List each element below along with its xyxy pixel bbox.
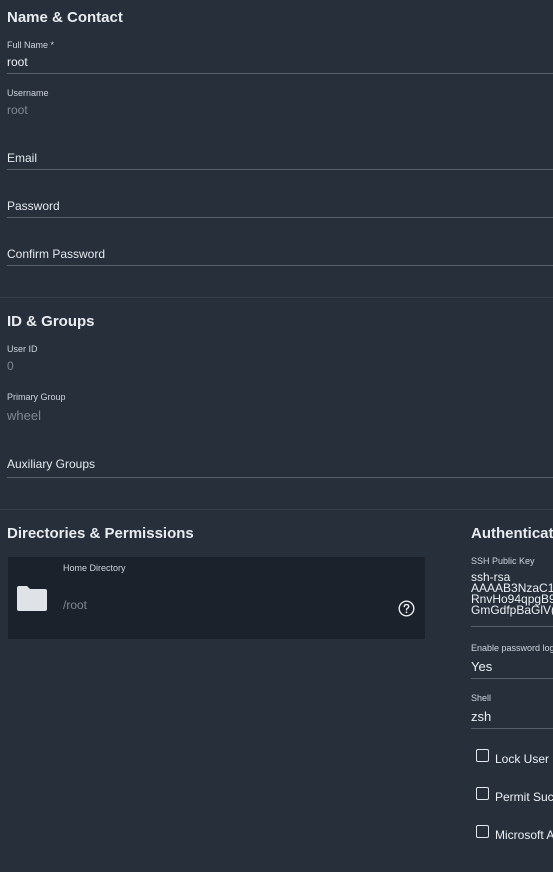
ssh-key-underline <box>471 626 553 627</box>
auxiliary-groups-underline <box>7 477 553 478</box>
section-divider <box>0 509 553 510</box>
permit-sudo-label: Permit Suc <box>495 790 553 804</box>
primary-group-label: Primary Group <box>7 392 66 402</box>
section-divider <box>0 297 553 298</box>
section-title-id-groups: ID & Groups <box>7 313 95 330</box>
permit-sudo-checkbox[interactable] <box>476 787 489 800</box>
lock-user-label: Lock User <box>495 752 550 766</box>
enable-password-login-label: Enable password log <box>471 643 553 653</box>
ssh-public-key-label: SSH Public Key <box>471 556 535 566</box>
password-field[interactable]: Password <box>7 199 60 213</box>
password-underline <box>7 217 553 218</box>
lock-user-checkbox[interactable] <box>476 749 489 762</box>
shell-label: Shell <box>471 693 492 703</box>
section-title-name-contact: Name & Contact <box>7 9 123 26</box>
shell-select[interactable]: zsh <box>471 709 491 724</box>
user-id-label: User ID <box>7 344 38 354</box>
confirm-password-field[interactable]: Confirm Password <box>7 247 105 261</box>
auxiliary-groups-field[interactable]: Auxiliary Groups <box>7 457 95 471</box>
microsoft-account-label: Microsoft A <box>495 828 553 842</box>
folder-icon <box>16 584 48 612</box>
full-name-label: Full Name * <box>7 40 55 50</box>
enable-password-login-select[interactable]: Yes <box>471 659 492 674</box>
full-name-input[interactable]: root <box>7 55 28 69</box>
home-directory-value: /root <box>63 598 88 612</box>
shell-underline <box>471 728 553 729</box>
section-title-authentication: Authenticati <box>471 525 553 542</box>
primary-group-value: wheel <box>7 408 41 423</box>
username-value: root <box>7 103 28 117</box>
username-label: Username <box>7 88 49 98</box>
enable-password-login-underline <box>471 678 553 679</box>
ssh-public-key-textarea[interactable]: ssh-rsa AAAAB3NzaC1 RnvHo94qpgB9 GmGdfpB… <box>471 571 553 617</box>
confirm-password-underline <box>7 265 553 266</box>
home-directory-card[interactable]: Home Directory /root <box>8 557 425 639</box>
section-title-directories: Directories & Permissions <box>7 525 194 542</box>
ssh-key-line: GmGdfpBaGlV( <box>471 603 553 617</box>
email-field[interactable]: Email <box>7 151 37 165</box>
microsoft-account-checkbox[interactable] <box>476 825 489 838</box>
user-id-value: 0 <box>7 359 14 373</box>
full-name-underline <box>7 73 553 74</box>
email-underline <box>7 169 553 170</box>
home-directory-label: Home Directory <box>63 563 126 573</box>
help-icon[interactable] <box>398 600 415 617</box>
